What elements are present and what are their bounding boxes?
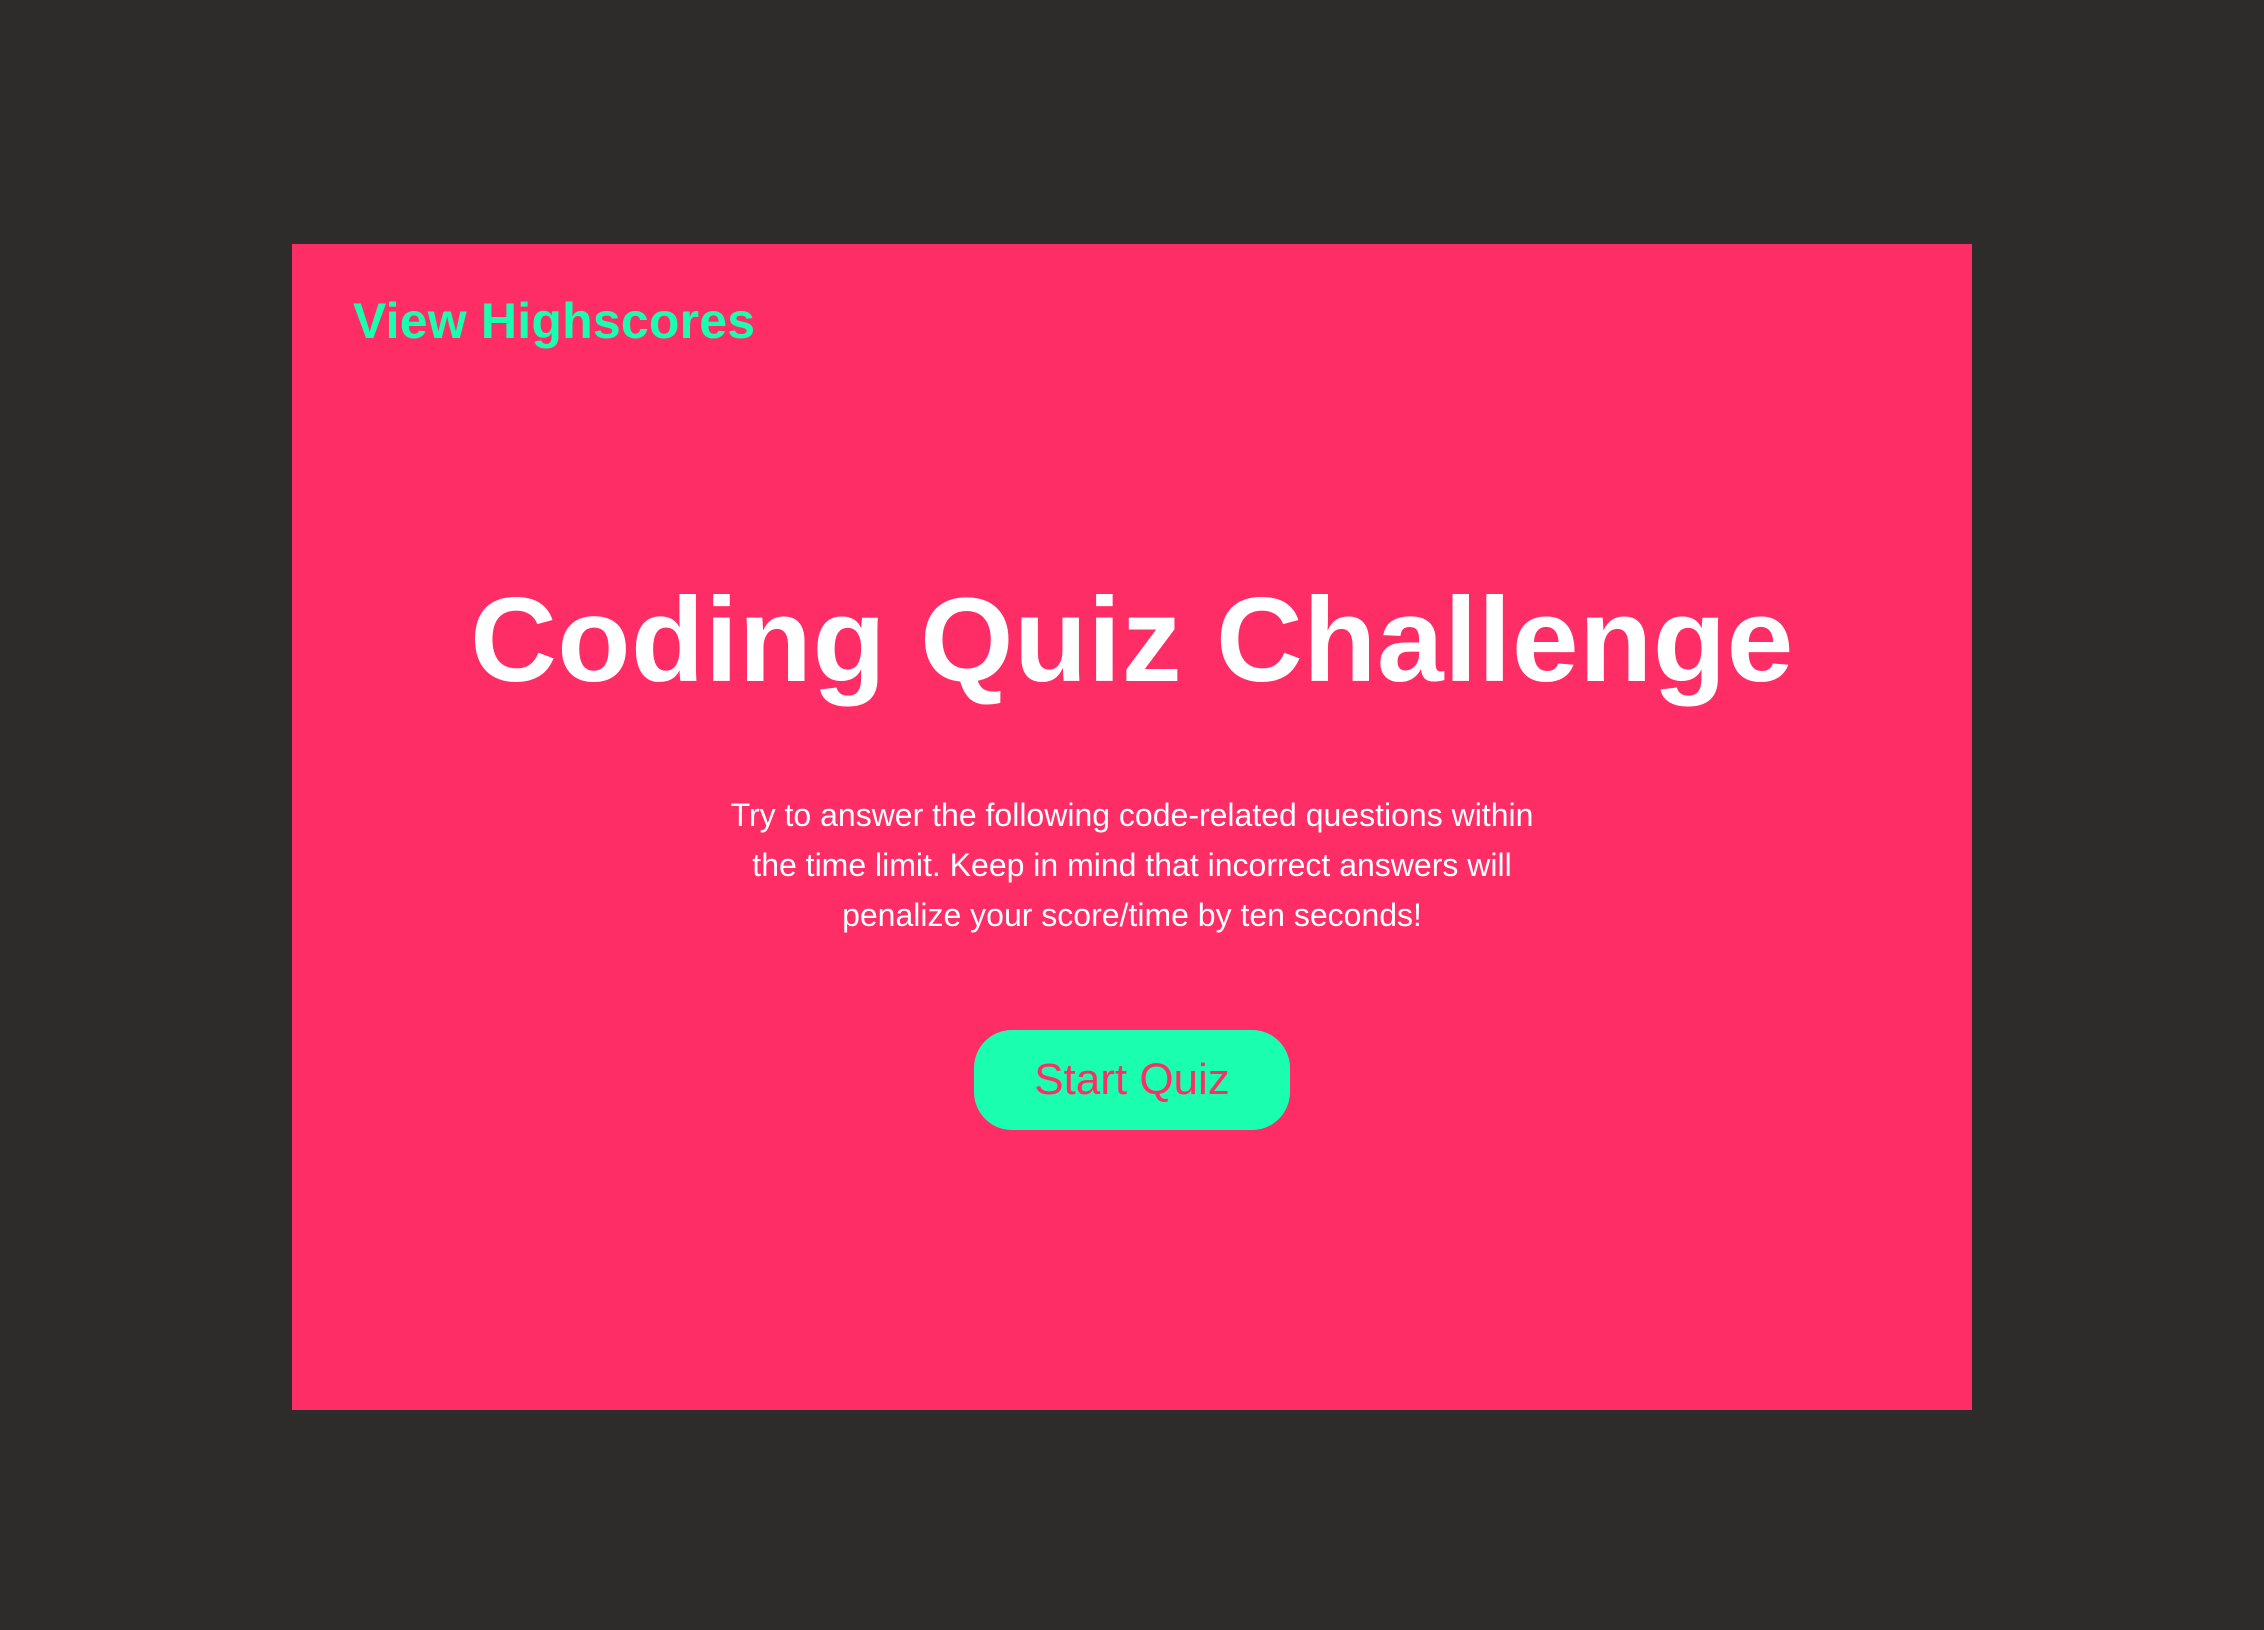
page-title: Coding Quiz Challenge <box>470 573 1794 707</box>
view-highscores-link[interactable]: View Highscores <box>353 292 755 350</box>
quiz-description: Try to answer the following code-related… <box>730 797 1534 933</box>
quiz-card: View Highscores Coding Quiz Challenge Tr… <box>292 244 1972 1410</box>
start-quiz-button[interactable]: Start Quiz <box>974 1030 1290 1130</box>
